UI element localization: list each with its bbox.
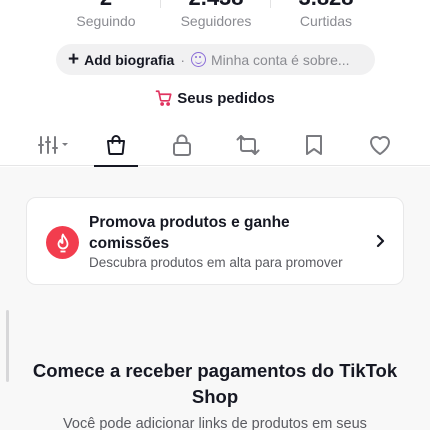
heart-icon [370,136,390,155]
chevron-right-icon [376,234,385,248]
bio-hint: Minha conta é sobre... [211,51,350,68]
promote-products-card[interactable]: Promova produtos e ganhe comissões Descu… [26,197,404,285]
your-orders-label: Seus pedidos [177,89,275,107]
stat-likes[interactable]: 3.828 Curtidas [266,0,386,30]
stat-following-count: 2 [46,0,166,12]
add-bio-label: Add biografia [84,51,175,68]
plus-icon: + [68,49,80,70]
shop-bag-icon [107,135,125,155]
stat-followers-label: Seguidores [180,13,252,29]
smile-icon [191,52,207,67]
stat-followers-count: 2.438 [156,0,276,12]
profile-tabs [0,124,430,167]
stat-following[interactable]: 2 Seguindo [46,0,166,30]
promo-title: Promova produtos e ganhe comissões [89,214,290,252]
tab-favorites[interactable] [284,124,344,166]
lock-icon [173,134,191,156]
promo-subtitle: Descubra produtos em alta para promover [89,255,343,270]
fire-icon [46,226,79,259]
scrollbar[interactable] [6,310,9,382]
stat-followers[interactable]: 2.438 Seguidores [156,0,276,30]
onboarding-title: Comece a receber pagamentos do TikTok Sh… [32,360,398,407]
cart-icon [155,90,172,106]
repost-icon [236,135,260,155]
onboarding-body: Você pode adicionar links de produtos em… [63,416,367,430]
add-bio-button[interactable]: + Add biografia · Minha conta é sobre... [56,44,375,75]
bookmark-icon [306,135,322,155]
stat-following-label: Seguindo [76,13,136,29]
bio-separator: · [180,51,186,68]
profile-stats: 2 Seguindo 2.438 Seguidores 3.828 Curtid… [0,0,430,32]
stat-likes-label: Curtidas [299,13,353,29]
stat-likes-count: 3.828 [266,0,386,12]
tab-liked[interactable] [350,124,410,166]
videos-grid-icon [38,136,68,154]
tab-private[interactable] [152,124,212,166]
tab-videos[interactable] [24,124,84,166]
your-orders-link[interactable]: Seus pedidos [0,89,430,107]
tab-reposts[interactable] [218,124,278,166]
tab-shop[interactable] [86,124,146,167]
